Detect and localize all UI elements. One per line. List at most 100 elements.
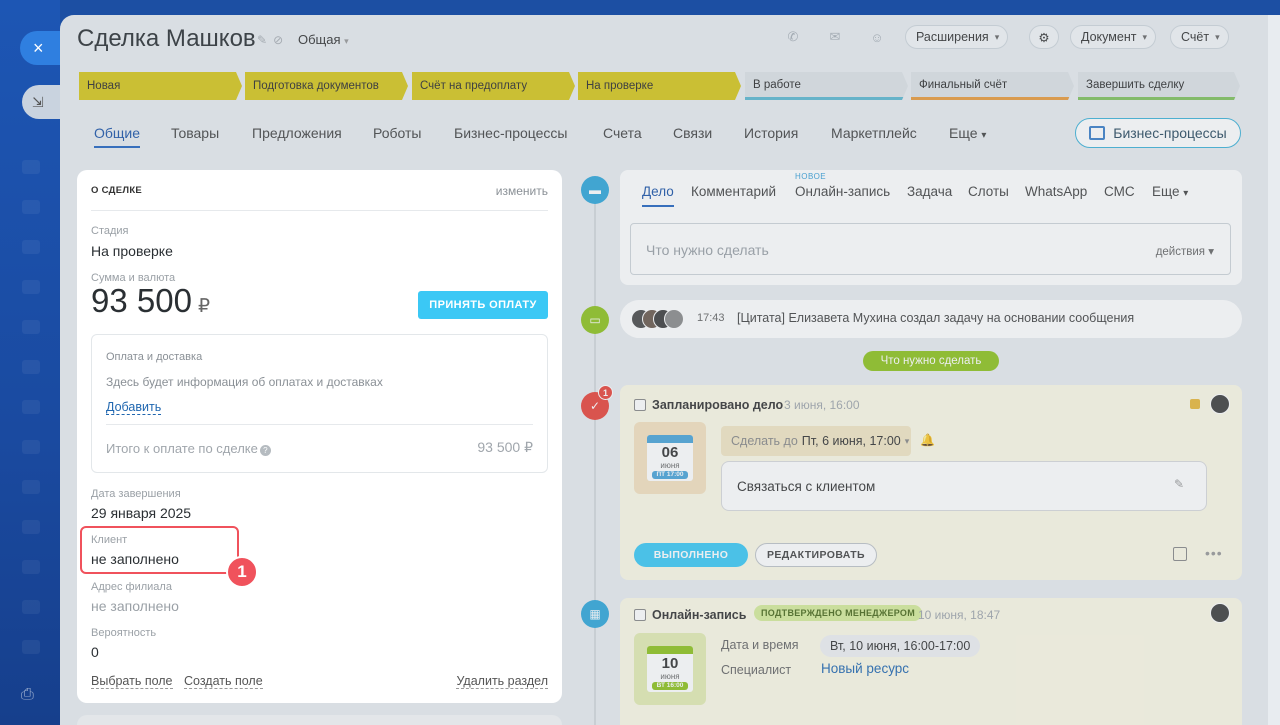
tab-slots[interactable]: Слоты xyxy=(968,184,1009,199)
stage-label: В работе xyxy=(753,78,801,91)
stage-review[interactable]: На проверке xyxy=(578,72,741,100)
left-sidebar: × ⇲ ⎙ xyxy=(0,0,60,725)
task-text: Связаться с клиентом xyxy=(737,479,876,494)
specialist-label: Специалист xyxy=(721,663,792,677)
about-deal-card: О СДЕЛКЕ изменить Стадия На проверке Сум… xyxy=(77,170,562,703)
online-booking-card: Онлайн-запись ПОДТВЕРЖДЕНО МЕНЕДЖЕРОМ 10… xyxy=(620,598,1242,725)
print-icon[interactable]: ⎙ xyxy=(21,686,41,704)
tab-more[interactable]: Еще ▾ xyxy=(1152,184,1188,199)
avatar xyxy=(664,309,684,329)
booking-checkbox[interactable] xyxy=(634,609,646,621)
task-description[interactable]: Связаться с клиентом ✎ xyxy=(721,461,1207,511)
accept-payment-button[interactable]: ПРИНЯТЬ ОПЛАТУ xyxy=(418,291,548,319)
counter-badge: 1 xyxy=(598,385,613,400)
tab-comment[interactable]: Комментарий xyxy=(691,184,776,199)
edit-link-icons[interactable]: ✎⊘ xyxy=(257,33,289,47)
tab-whatsapp[interactable]: WhatsApp xyxy=(1025,184,1087,199)
color-marker[interactable] xyxy=(1190,399,1200,409)
close-slider-button[interactable]: × xyxy=(20,31,60,65)
gear-icon: ⚙ xyxy=(1038,30,1050,45)
note-icon[interactable] xyxy=(1173,547,1187,561)
invoice-button[interactable]: Счёт ▾ xyxy=(1170,25,1229,49)
bell-icon[interactable]: 🔔 xyxy=(920,433,935,447)
link-icon[interactable]: ⊘ xyxy=(273,33,289,47)
feed-message: [Цитата] Елизавета Мухина создал задачу … xyxy=(737,311,1135,325)
calendar-day: 06 xyxy=(661,444,679,461)
edit-section-link[interactable]: изменить xyxy=(496,184,548,198)
client-value[interactable]: не заполнено xyxy=(91,551,179,567)
tab-offers[interactable]: Предложения xyxy=(252,125,342,141)
probability-value[interactable]: 0 xyxy=(91,644,99,660)
deal-panel: Сделка Машков ✎⊘ Общая ▾ ✆ ✉ ☺ Расширени… xyxy=(60,15,1268,725)
tab-products[interactable]: Товары xyxy=(171,125,219,141)
stage-prepay[interactable]: Счёт на предоплату xyxy=(412,72,575,100)
chevron-down-icon: ▾ xyxy=(994,31,1000,42)
stage-final-invoice[interactable]: Финальный счёт xyxy=(911,72,1074,100)
settings-button[interactable]: ⚙ xyxy=(1029,25,1059,49)
tab-history[interactable]: История xyxy=(744,125,798,141)
menu-icon xyxy=(22,640,40,654)
close-date-value[interactable]: 29 января 2025 xyxy=(91,505,191,521)
stage-label: Стадия xyxy=(91,225,129,237)
step-marker: 1 xyxy=(226,556,258,588)
stage-label: Счёт на предоплату xyxy=(420,80,528,92)
deadline-selector[interactable]: Сделать до Пт, 6 июня, 17:00 ▾ xyxy=(721,426,911,456)
document-button[interactable]: Документ ▾ xyxy=(1070,25,1156,49)
stage-docs[interactable]: Подготовка документов xyxy=(245,72,408,100)
next-card-edge xyxy=(77,715,562,725)
feed-time: 17:43 xyxy=(697,312,725,324)
actions-dropdown[interactable]: действия ▾ xyxy=(1156,244,1214,258)
divider xyxy=(91,210,548,211)
collapse-slider-button[interactable]: ⇲ xyxy=(22,85,60,119)
help-icon[interactable]: ? xyxy=(259,445,271,456)
done-button[interactable]: ВЫПОЛНЕНО xyxy=(634,543,748,567)
new-badge: НОВОЕ xyxy=(795,172,827,181)
feed-item[interactable]: 17:43 [Цитата] Елизавета Мухина создал з… xyxy=(620,300,1242,338)
pencil-icon[interactable]: ✎ xyxy=(1174,477,1184,491)
phone-icon[interactable]: ✆ xyxy=(778,25,808,49)
client-label: Клиент xyxy=(91,534,128,546)
sum-value[interactable]: 93 500 ₽ xyxy=(91,282,210,320)
tab-task[interactable]: Задача xyxy=(907,184,952,199)
pencil-icon[interactable]: ✎ xyxy=(257,33,273,47)
extensions-button[interactable]: Расширения ▾ xyxy=(905,25,1009,49)
create-field-link[interactable]: Создать поле xyxy=(184,674,263,689)
calendar-page: 06 июня ПТ 17:00 xyxy=(647,435,693,481)
calendar-top xyxy=(647,646,693,654)
document-label: Документ xyxy=(1081,30,1137,44)
branch-value[interactable]: не заполнено xyxy=(91,598,179,614)
category-selector[interactable]: Общая ▾ xyxy=(298,32,349,47)
task-checkbox[interactable] xyxy=(634,399,646,411)
mail-icon[interactable]: ✉ xyxy=(820,25,850,49)
tab-robots[interactable]: Роботы xyxy=(373,125,421,141)
more-icon[interactable]: ••• xyxy=(1205,545,1223,561)
edit-button[interactable]: РЕДАКТИРОВАТЬ xyxy=(755,543,877,567)
tab-marketplace[interactable]: Маркетплейс xyxy=(831,125,917,141)
tab-online-booking[interactable]: Онлайн-запись xyxy=(795,184,890,199)
tab-links[interactable]: Связи xyxy=(673,125,712,141)
avatar xyxy=(1210,603,1230,623)
tab-more[interactable]: Еще ▾ xyxy=(949,125,986,141)
specialist-link[interactable]: Новый ресурс xyxy=(821,661,909,676)
stage-in-work[interactable]: В работе xyxy=(745,72,908,100)
choose-field-link[interactable]: Выбрать поле xyxy=(91,674,173,689)
todo-input[interactable]: Что нужно сделать действия ▾ xyxy=(630,223,1231,275)
tab-general[interactable]: Общие xyxy=(94,125,141,148)
stage-value[interactable]: На проверке xyxy=(91,243,173,259)
chat-icon[interactable]: ☺ xyxy=(862,25,892,49)
stage-finish[interactable]: Завершить сделку xyxy=(1078,72,1240,100)
tab-activity[interactable]: Дело xyxy=(642,184,674,207)
datetime-label: Дата и время xyxy=(721,638,799,652)
tab-sms[interactable]: СМС xyxy=(1104,184,1135,199)
tab-business-processes[interactable]: Бизнес-процессы xyxy=(454,125,567,141)
add-payment-link[interactable]: Добавить xyxy=(106,400,162,415)
stage-new[interactable]: Новая xyxy=(79,72,242,100)
menu-icon xyxy=(22,560,40,574)
tab-invoices[interactable]: Счета xyxy=(603,125,642,141)
delete-section-link[interactable]: Удалить раздел xyxy=(456,674,548,689)
scheduled-task-card: Запланировано дело 3 июня, 16:00 06 июня… xyxy=(620,385,1242,580)
business-processes-button[interactable]: Бизнес-процессы xyxy=(1075,118,1241,148)
avatar xyxy=(1210,394,1230,414)
scrollbar[interactable] xyxy=(1268,15,1280,725)
calendar-month: июня xyxy=(660,461,680,470)
